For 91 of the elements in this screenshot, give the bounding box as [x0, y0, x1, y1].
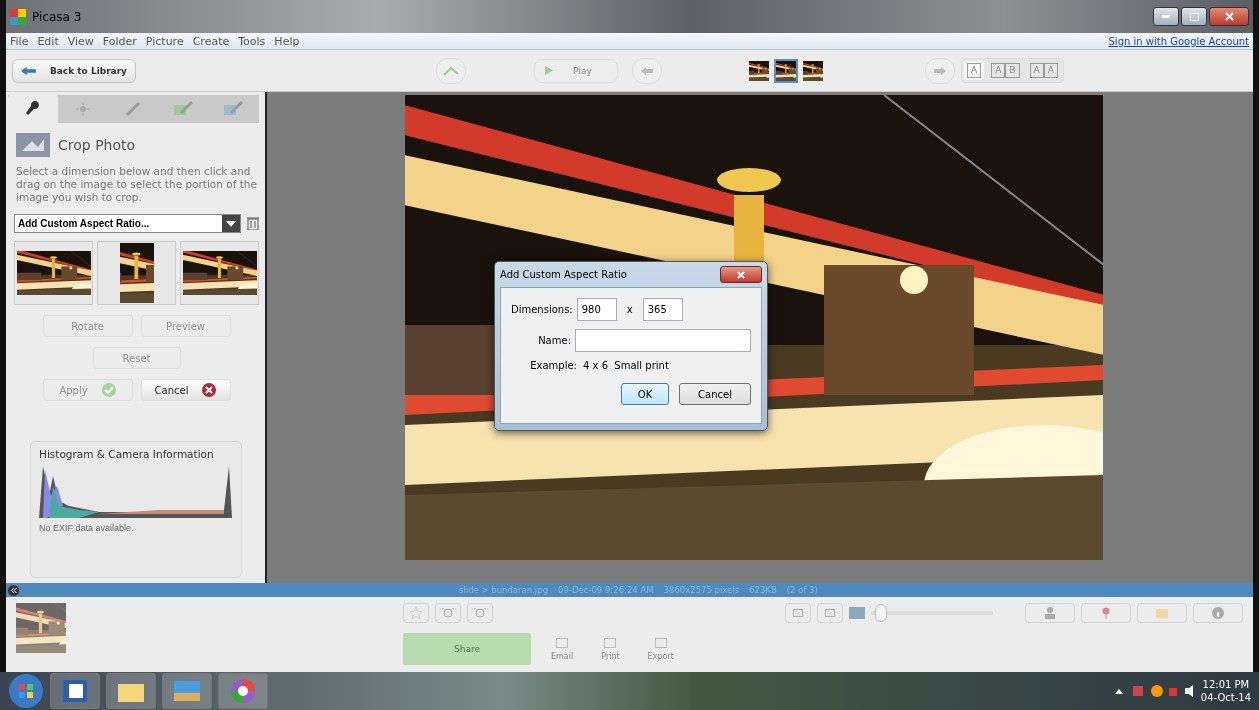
edit-tab[interactable]	[8, 95, 58, 123]
pinwheel-icon	[230, 678, 256, 704]
check-icon	[101, 383, 116, 397]
play-icon	[545, 66, 553, 75]
info-button[interactable]	[1193, 603, 1243, 623]
caret-icon	[226, 220, 236, 227]
brush-icon	[223, 101, 243, 117]
ok-button[interactable]: OK	[621, 383, 669, 405]
menu-item[interactable]: Folder	[102, 34, 137, 48]
close-icon	[737, 270, 745, 279]
minimize-icon	[1162, 15, 1170, 18]
star-button[interactable]	[403, 603, 429, 623]
times-sign: x	[625, 304, 634, 315]
thumbnail[interactable]	[801, 58, 825, 83]
crop-instructions: Select a dimension below and then click and drag on the image to select the portion of the image you wish to crop.	[15, 164, 258, 204]
next-button[interactable]	[925, 57, 955, 84]
example-text: 4 x 6 Small print	[583, 360, 669, 371]
tag-icon	[1156, 608, 1168, 618]
status-text: 09-Dec-09 9:26:24 AM	[558, 585, 654, 595]
sun-icon	[76, 102, 90, 116]
height-field[interactable]: 365	[642, 298, 683, 321]
back-arrow-icon	[21, 65, 36, 76]
info-icon	[1212, 607, 1224, 619]
name-label: Name:	[537, 335, 571, 346]
example-label: Example:	[529, 360, 577, 371]
actual-size-button[interactable]	[817, 603, 843, 623]
menu-item[interactable]: Help	[274, 34, 300, 48]
cancel-icon	[202, 383, 217, 397]
aspect-ratio-dropdown[interactable]: Add Custom Aspect Ratio...	[14, 214, 241, 233]
dialog-title: Add Custom Aspect Ratio	[500, 269, 627, 280]
slideshow-button[interactable]	[436, 57, 466, 84]
thumbnail[interactable]	[774, 58, 798, 83]
taskbar-button[interactable]	[50, 673, 100, 709]
trash-icon[interactable]	[247, 217, 259, 230]
menu-item[interactable]: Edit	[37, 34, 59, 48]
cancel-button[interactable]: Cancel	[679, 383, 751, 405]
menu-item[interactable]: File	[10, 34, 29, 48]
window-title: Picasa 3	[32, 9, 82, 24]
left-arrow-icon	[641, 66, 653, 75]
document-icon	[63, 680, 87, 702]
menu-item[interactable]: Create	[192, 34, 230, 48]
start-button[interactable]	[8, 673, 44, 709]
clock-time: 12:01 PM	[1202, 678, 1250, 691]
brush-icon	[173, 101, 193, 117]
width-field[interactable]: 980	[576, 298, 617, 321]
menu-item[interactable]: Picture	[145, 34, 184, 48]
frame-icon	[825, 609, 835, 617]
person-icon	[1045, 607, 1055, 619]
brush-icon	[125, 101, 141, 117]
thumbnail[interactable]	[747, 58, 771, 83]
close-button[interactable]	[1209, 7, 1249, 26]
maximize-button[interactable]	[1181, 7, 1207, 26]
name-field[interactable]	[575, 329, 751, 352]
status-text: 623KB	[749, 585, 777, 595]
frame-icon	[793, 609, 803, 617]
wrench-icon	[25, 101, 41, 117]
taskbar-button[interactable]	[218, 673, 268, 709]
right-arrow-icon	[934, 66, 946, 75]
close-icon	[1224, 12, 1234, 21]
people-button[interactable]	[1025, 603, 1075, 623]
slider-thumb[interactable]	[875, 604, 888, 622]
previous-button[interactable]	[632, 57, 662, 84]
close-button[interactable]	[720, 266, 762, 283]
dimensions-label: Dimensions:	[511, 304, 573, 315]
clock-date: 04-Oct-14	[1200, 691, 1251, 704]
pin-icon	[1102, 607, 1110, 619]
taskbar-button[interactable]	[106, 673, 156, 709]
histogram-title: Histogram & Camera Information	[39, 448, 215, 460]
menu-item[interactable]: Tools	[238, 34, 266, 48]
menu-item[interactable]: View	[67, 34, 94, 48]
cancel-button[interactable]: Cancel	[140, 379, 231, 401]
app-logo-icon	[10, 8, 26, 25]
image-icon	[174, 681, 200, 701]
minimize-button[interactable]	[1153, 7, 1179, 26]
crop-photo-icon	[16, 133, 50, 157]
rotate-left-button[interactable]	[435, 603, 461, 623]
back-to-library-button[interactable]: Back to Library	[12, 58, 136, 83]
panel-title: Crop Photo	[58, 137, 136, 153]
caption-mode-button[interactable]: A	[964, 61, 985, 80]
rotate-right-button[interactable]	[467, 603, 493, 623]
fit-button[interactable]	[785, 603, 811, 623]
collapse-icon[interactable]	[8, 584, 19, 596]
maximize-icon	[1189, 12, 1199, 21]
exif-note: No EXIF data available.	[39, 523, 135, 533]
crop-preview[interactable]	[14, 241, 93, 305]
tags-button[interactable]	[1137, 603, 1187, 623]
star-icon	[410, 607, 422, 619]
places-button[interactable]	[1081, 603, 1131, 623]
crop-preview[interactable]	[97, 241, 176, 305]
crop-preview[interactable]	[180, 241, 259, 305]
sign-in-link[interactable]: Sign in with Google Account	[1108, 35, 1249, 47]
